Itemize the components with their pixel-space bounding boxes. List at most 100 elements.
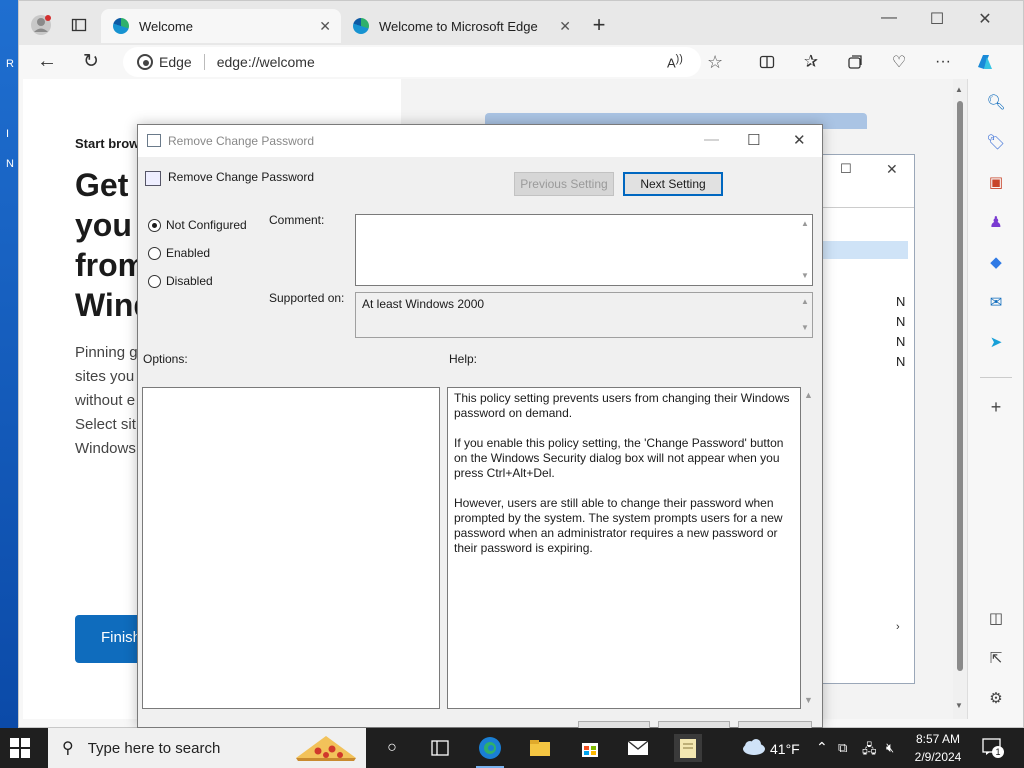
store-icon[interactable] (576, 734, 604, 762)
edge-logo-icon (353, 18, 369, 34)
tray-volume-muted-icon[interactable]: 🔇︎ (886, 740, 894, 756)
mail-icon[interactable] (624, 734, 652, 762)
description-line: Select sit (75, 416, 136, 433)
scrollbar-thumb[interactable] (957, 101, 963, 671)
tab-actions-icon[interactable] (65, 11, 93, 39)
help-paragraph: However, users are still able to change … (454, 496, 783, 555)
sidebar-shopping-icon[interactable]: 🏷︎ (986, 133, 1006, 153)
sidebar-search-icon[interactable]: 🔍︎ (986, 93, 1006, 113)
radio-button[interactable] (148, 274, 161, 288)
scroll-up-icon[interactable]: ▲ (955, 85, 963, 94)
scroll-down-icon[interactable]: ▼ (800, 323, 810, 332)
dialog-close-icon[interactable]: ✕ (793, 131, 806, 149)
favorite-star-icon[interactable]: ☆ (707, 52, 723, 73)
sidebar-tools-icon[interactable]: ▣ (986, 173, 1006, 193)
taskbar-date[interactable]: 2/9/2024 (912, 750, 964, 764)
favorites-icon[interactable]: ✰ (797, 48, 825, 76)
windows-start-icon[interactable] (10, 738, 30, 758)
dialog-maximize-icon[interactable]: ☐ (747, 131, 760, 149)
edge-sidebar: 🔍︎ 🏷︎ ▣ ♟ ◆ ✉ ➤ + ◫ ⇱ ⚙ (967, 79, 1023, 719)
widgets-icon[interactable] (426, 734, 454, 762)
close-tab-icon[interactable]: ✕ (319, 18, 331, 35)
split-screen-icon[interactable] (753, 48, 781, 76)
bg-row-state: N (896, 314, 906, 329)
scroll-down-icon[interactable]: ▼ (804, 695, 813, 705)
scroll-down-icon[interactable]: ▼ (955, 701, 963, 710)
radio-not-configured[interactable]: Not Configured (148, 218, 247, 232)
tab-bar: Welcome ✕ Welcome to Microsoft Edge ✕ + … (19, 1, 1023, 45)
read-aloud-icon[interactable]: A)) (667, 53, 683, 70)
previous-setting-button[interactable]: Previous Setting (514, 172, 614, 196)
new-tab-button[interactable]: + (585, 11, 613, 39)
edge-logo-icon (113, 18, 129, 34)
start-browsing-text: Start brow (75, 136, 140, 151)
tab-welcome[interactable]: Welcome ✕ (101, 9, 341, 43)
close-window-icon[interactable]: ✕ (965, 9, 1005, 29)
description-line: sites you (75, 368, 135, 385)
sidebar-external-icon[interactable]: ⇱ (986, 649, 1006, 669)
file-explorer-icon[interactable] (526, 734, 554, 762)
desktop-background: R I N (0, 0, 18, 728)
browser-essentials-icon[interactable]: ♡ (885, 48, 913, 76)
sidebar-games-icon[interactable]: ♟ (986, 213, 1006, 233)
close-tab-icon[interactable]: ✕ (559, 18, 571, 35)
weather-temperature[interactable]: 41°F (770, 741, 800, 757)
dialog-minimize-icon[interactable]: — (704, 131, 719, 148)
description-line: Windows (75, 440, 136, 457)
sidebar-drop-icon[interactable]: ➤ (986, 333, 1006, 353)
search-placeholder: Type here to search (87, 739, 221, 757)
scroll-up-icon[interactable]: ▲ (800, 297, 810, 306)
radio-disabled[interactable]: Disabled (148, 274, 213, 288)
maximize-icon[interactable]: ☐ (917, 9, 957, 29)
scroll-up-icon[interactable]: ▲ (800, 219, 810, 228)
tray-meet-icon[interactable]: ⧉ (838, 740, 847, 756)
notepad-taskbar-icon[interactable] (674, 734, 702, 762)
sidebar-hide-icon[interactable]: ◫ (986, 609, 1006, 629)
sidebar-outlook-icon[interactable]: ✉ (986, 293, 1006, 313)
taskbar-time[interactable]: 8:57 AM (912, 732, 964, 746)
minimize-icon[interactable]: — (869, 9, 909, 27)
back-icon[interactable]: ← (33, 47, 61, 75)
weather-cloud-icon[interactable] (740, 738, 766, 756)
help-scrollbar[interactable]: ▲ ▼ (801, 387, 817, 709)
notifications-icon[interactable]: 1 (982, 738, 1004, 758)
bg-scroll-right-icon[interactable]: › (896, 621, 900, 633)
bg-close-icon[interactable]: ✕ (886, 161, 898, 178)
sidebar-settings-gear-icon[interactable]: ⚙ (986, 689, 1006, 709)
address-separator (203, 54, 205, 70)
desktop-icon-label: I (6, 128, 10, 140)
desktop-icon-label: N (6, 158, 14, 170)
tray-network-icon[interactable]: 🖧︎ (862, 740, 877, 762)
bg-row-state: N (896, 334, 906, 349)
radio-enabled[interactable]: Enabled (148, 246, 210, 260)
radio-button[interactable] (148, 246, 161, 260)
next-setting-button[interactable]: Next Setting (623, 172, 723, 196)
scroll-down-icon[interactable]: ▼ (800, 271, 810, 280)
task-view-icon[interactable]: ○ (378, 734, 406, 762)
edge-site-icon (137, 54, 153, 70)
help-label: Help: (449, 352, 478, 366)
address-bar[interactable]: Edge edge://welcome A)) ☆ (123, 47, 723, 77)
bg-maximize-icon[interactable]: ☐ (840, 161, 852, 177)
heading-line: Get (75, 167, 129, 203)
edge-taskbar-icon[interactable] (476, 734, 504, 762)
scroll-up-icon[interactable]: ▲ (804, 390, 813, 400)
tray-chevron-up-icon[interactable]: ⌃ (816, 739, 828, 756)
bg-row-state: N (896, 294, 906, 309)
refresh-icon[interactable]: ↻ (77, 47, 105, 75)
sidebar-m365-icon[interactable]: ◆ (986, 253, 1006, 273)
profile-icon[interactable] (27, 11, 55, 39)
settings-more-icon[interactable]: ··· (929, 48, 957, 76)
dialog-title-bar: Remove Change Password — ☐ ✕ (138, 125, 822, 157)
policy-setting-icon (145, 171, 161, 186)
radio-button[interactable] (148, 218, 161, 232)
url-text: edge://welcome (216, 54, 315, 70)
collections-icon[interactable] (841, 48, 869, 76)
page-scrollbar[interactable]: ▲ ▼ (953, 79, 967, 719)
copilot-icon[interactable] (971, 48, 999, 76)
bg-row-state: N (896, 354, 906, 369)
sidebar-add-icon[interactable]: + (986, 397, 1006, 417)
comment-textarea[interactable]: ▲ ▼ (355, 214, 813, 286)
heading-line: from (75, 247, 145, 283)
tab-welcome-to-edge[interactable]: Welcome to Microsoft Edge ✕ (341, 9, 581, 43)
